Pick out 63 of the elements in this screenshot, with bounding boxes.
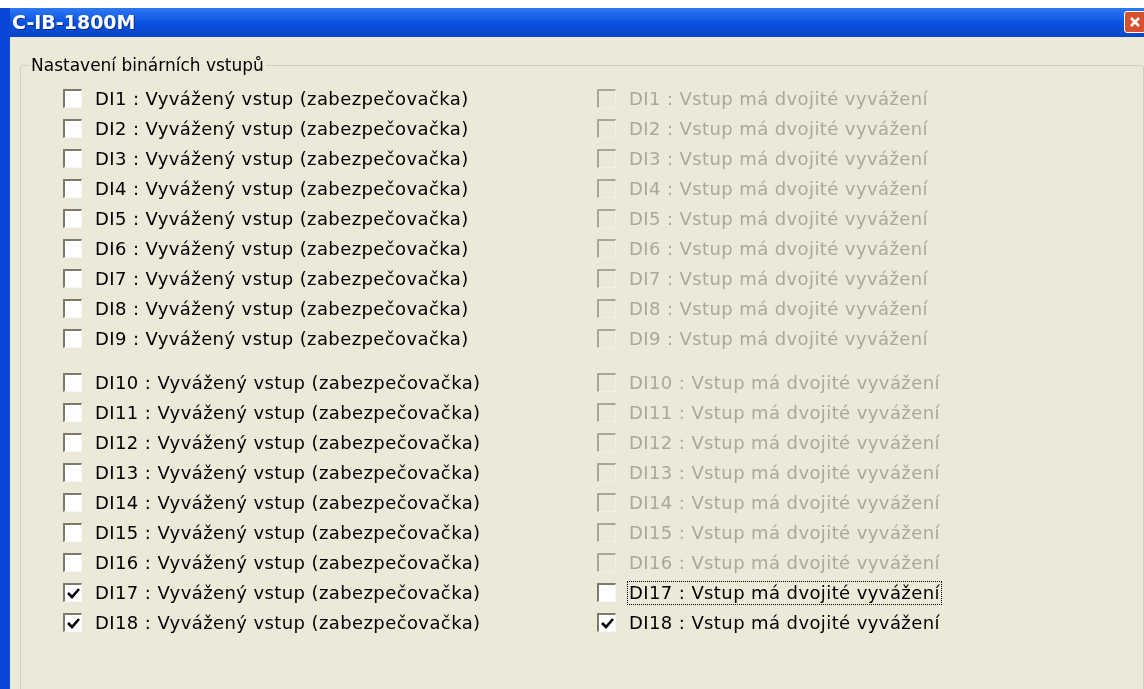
checkbox-label: DI10 : Vyvážený vstup (zabezpečovačka)	[94, 371, 482, 394]
checkbox[interactable]	[63, 269, 82, 288]
checkbox[interactable]	[63, 119, 82, 138]
checkbox-label: DI5 : Vyvážený vstup (zabezpečovačka)	[94, 207, 470, 230]
checkbox-label: DI15 : Vyvážený vstup (zabezpečovačka)	[94, 521, 482, 544]
checkbox-label: DI17 : Vyvážený vstup (zabezpečovačka)	[94, 581, 482, 604]
checkbox-label: DI13 : Vstup má dvojité vyvážení	[628, 461, 941, 484]
checkbox[interactable]	[63, 583, 82, 602]
checkbox-label: DI18 : Vyvážený vstup (zabezpečovačka)	[94, 611, 482, 634]
checkbox[interactable]	[63, 463, 82, 482]
checkbox-label: DI16 : Vstup má dvojité vyvážení	[628, 551, 941, 574]
checkbox[interactable]	[63, 373, 82, 392]
checkmark-icon	[66, 617, 80, 629]
checkbox-label: DI2 : Vstup má dvojité vyvážení	[628, 117, 929, 140]
checkbox-label: DI5 : Vstup má dvojité vyvážení	[628, 207, 929, 230]
checkbox-label: DI14 : Vyvážený vstup (zabezpečovačka)	[94, 491, 482, 514]
checkbox-label: DI7 : Vstup má dvojité vyvážení	[628, 267, 929, 290]
checkbox-label: DI8 : Vyvážený vstup (zabezpečovačka)	[94, 297, 470, 320]
checkbox-label: DI12 : Vyvážený vstup (zabezpečovačka)	[94, 431, 482, 454]
checkbox-label: DI17 : Vstup má dvojité vyvážení	[628, 581, 941, 604]
checkbox[interactable]	[597, 583, 616, 602]
checkbox-label: DI9 : Vyvážený vstup (zabezpečovačka)	[94, 327, 470, 350]
checkbox-label: DI7 : Vyvážený vstup (zabezpečovačka)	[94, 267, 470, 290]
checkbox[interactable]	[63, 89, 82, 108]
checkbox[interactable]	[597, 613, 616, 632]
checkbox-label: DI2 : Vyvážený vstup (zabezpečovačka)	[94, 117, 470, 140]
checkbox[interactable]	[63, 329, 82, 348]
checkbox-label: DI11 : Vstup má dvojité vyvážení	[628, 401, 941, 424]
checkbox[interactable]	[63, 239, 82, 258]
checkbox[interactable]	[63, 433, 82, 452]
checkbox-label: DI3 : Vstup má dvojité vyvážení	[628, 147, 929, 170]
checkbox-label: DI9 : Vstup má dvojité vyvážení	[628, 327, 929, 350]
checkbox-label: DI4 : Vstup má dvojité vyvážení	[628, 177, 929, 200]
checkbox-label: DI1 : Vyvážený vstup (zabezpečovačka)	[94, 87, 470, 110]
checkmark-icon	[66, 587, 80, 599]
window-title: C-IB-1800M	[11, 10, 136, 35]
checkbox-label: DI16 : Vyvážený vstup (zabezpečovačka)	[94, 551, 482, 574]
checkbox[interactable]	[63, 403, 82, 422]
checkbox-label: DI10 : Vstup má dvojité vyvážení	[628, 371, 941, 394]
checkbox[interactable]	[63, 149, 82, 168]
checkbox-label: DI8 : Vstup má dvojité vyvážení	[628, 297, 929, 320]
checkbox-label: DI3 : Vyvážený vstup (zabezpečovačka)	[94, 147, 470, 170]
close-button[interactable]	[1124, 11, 1144, 34]
checkbox-label: DI4 : Vyvážený vstup (zabezpečovačka)	[94, 177, 470, 200]
checkbox[interactable]	[63, 553, 82, 572]
checkbox[interactable]	[63, 523, 82, 542]
checkbox[interactable]	[63, 179, 82, 198]
checkbox-label: DI14 : Vstup má dvojité vyvážení	[628, 491, 941, 514]
checkbox-label: DI6 : Vyvážený vstup (zabezpečovačka)	[94, 237, 470, 260]
checkbox[interactable]	[63, 299, 82, 318]
checkmark-icon	[600, 617, 614, 629]
checkbox[interactable]	[63, 493, 82, 512]
checkbox-label: DI12 : Vstup má dvojité vyvážení	[628, 431, 941, 454]
group-title: Nastavení binárních vstupů	[29, 53, 266, 76]
checkbox-label: DI15 : Vstup má dvojité vyvážení	[628, 521, 941, 544]
checkbox-label: DI13 : Vyvážený vstup (zabezpečovačka)	[94, 461, 482, 484]
close-icon	[1129, 16, 1141, 29]
checkbox-label: DI1 : Vstup má dvojité vyvážení	[628, 87, 929, 110]
checkbox-label: DI18 : Vstup má dvojité vyvážení	[628, 611, 941, 634]
checkbox-label: DI6 : Vstup má dvojité vyvážení	[628, 237, 929, 260]
checkbox-label: DI11 : Vyvážený vstup (zabezpečovačka)	[94, 401, 482, 424]
checkbox[interactable]	[63, 613, 82, 632]
checkbox[interactable]	[63, 209, 82, 228]
